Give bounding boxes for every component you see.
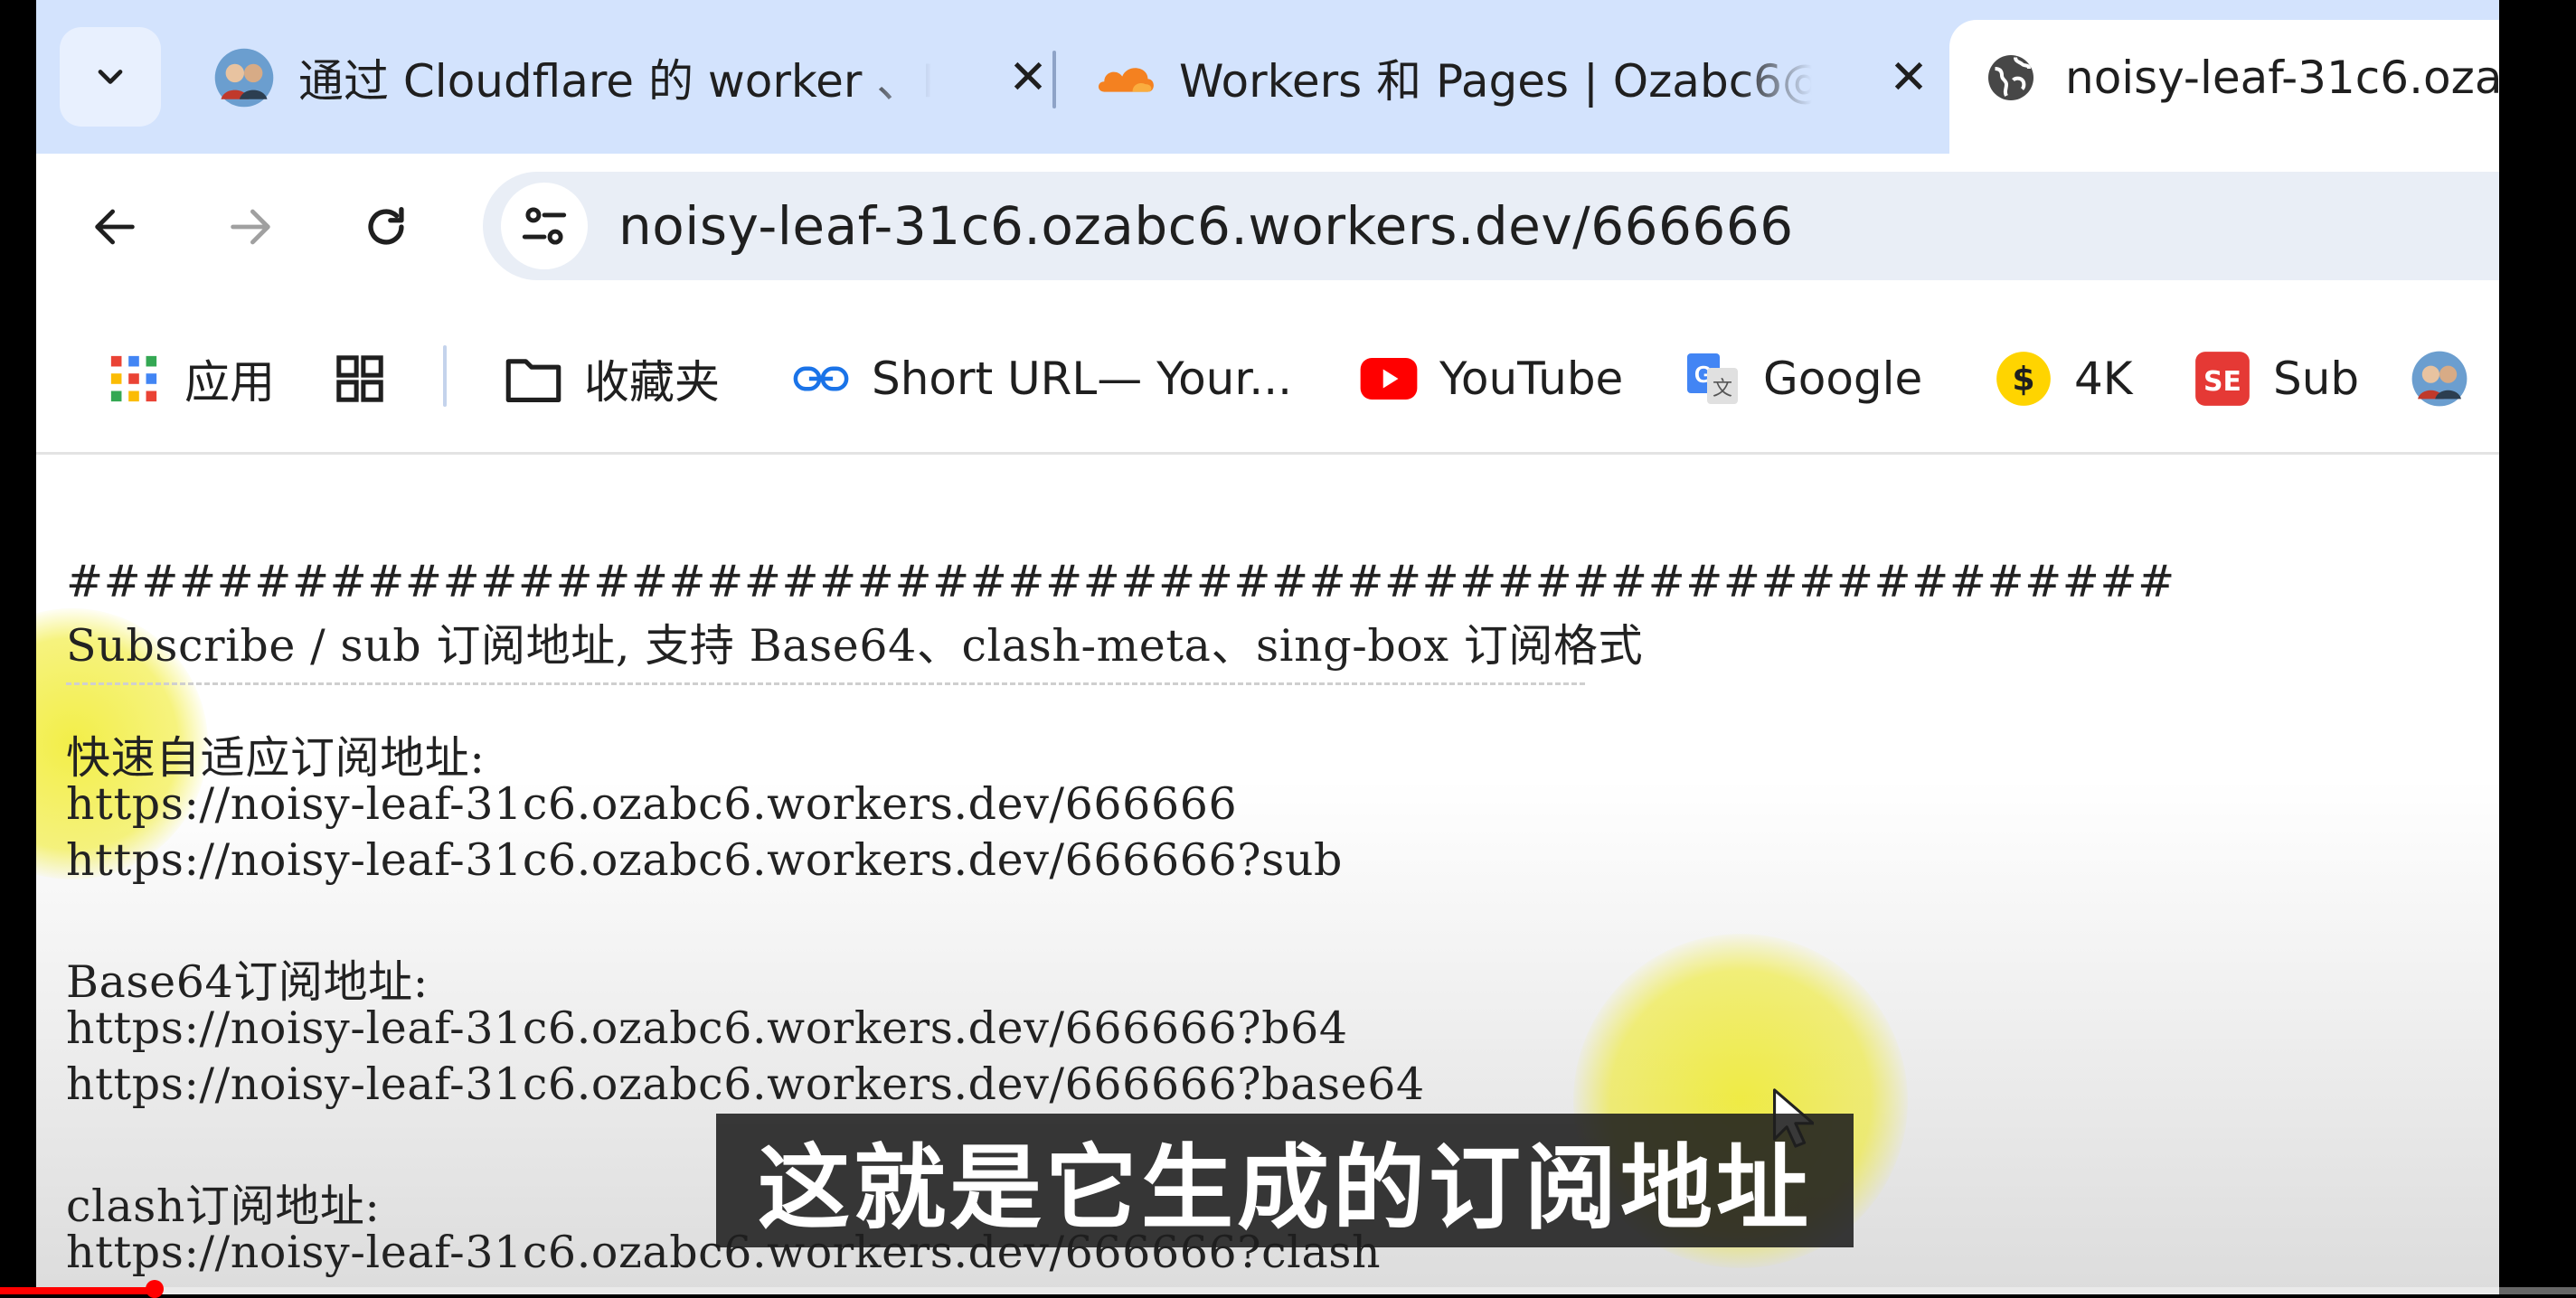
avatar-icon bbox=[213, 47, 275, 108]
bookmark-4k[interactable]: $ 4K bbox=[1995, 347, 2133, 410]
svg-text:$: $ bbox=[2012, 360, 2034, 399]
tab-title: Workers 和 Pages | Ozabc6@ bbox=[1179, 55, 1812, 108]
section-title: 快速自适应订阅地址: bbox=[66, 732, 486, 784]
address-bar[interactable]: noisy-leaf-31c6.ozabc6.workers.dev/66666… bbox=[483, 172, 2499, 280]
site-info-button[interactable] bbox=[501, 183, 588, 269]
url-text[interactable]: noisy-leaf-31c6.ozabc6.workers.dev/66666… bbox=[618, 195, 1794, 257]
tab-strip: 通过 Cloudflare 的 worker 、Pages ✕ Workers … bbox=[36, 0, 2499, 165]
reload-icon bbox=[368, 207, 404, 245]
section-title: clash订阅地址: bbox=[66, 1180, 381, 1232]
tune-icon bbox=[522, 207, 567, 245]
subscription-link[interactable]: https://noisy-leaf-31c6.ozabc6.workers.d… bbox=[66, 1002, 1348, 1054]
subscribe-heading: Subscribe / sub 订阅地址, 支持 Base64、clash-me… bbox=[66, 620, 1644, 672]
video-caption: 这就是它生成的订阅地址 bbox=[716, 1114, 1854, 1247]
subscription-link[interactable]: https://noisy-leaf-31c6.ozabc6.workers.d… bbox=[66, 1058, 1425, 1110]
browser-window: 通过 Cloudflare 的 worker 、Pages ✕ Workers … bbox=[36, 0, 2499, 1294]
close-icon[interactable]: ✕ bbox=[1005, 51, 1051, 105]
avatar-icon bbox=[2411, 350, 2468, 408]
folder-icon bbox=[505, 350, 562, 408]
tab-divider bbox=[1052, 51, 1056, 108]
arrow-left-icon bbox=[95, 209, 135, 245]
bookmark-sub[interactable]: SE Sub bbox=[2194, 347, 2359, 410]
dashed-separator bbox=[66, 682, 1585, 685]
chevron-down-icon bbox=[98, 70, 123, 84]
video-progress-track[interactable] bbox=[0, 1287, 2576, 1294]
bookmark-label: Short URL— Your... bbox=[872, 353, 1292, 405]
cloudflare-icon bbox=[1094, 47, 1156, 108]
tab-groups-icon bbox=[331, 350, 389, 408]
close-icon[interactable]: ✕ bbox=[1886, 51, 1931, 105]
section-title: Base64订阅地址: bbox=[66, 956, 429, 1008]
youtube-icon bbox=[1360, 350, 1418, 408]
apps-grid-icon bbox=[105, 350, 163, 408]
bookmark-label: Google bbox=[1763, 353, 1923, 405]
bookmark-apps[interactable]: 应用 bbox=[105, 347, 275, 410]
arrow-right-icon bbox=[231, 209, 270, 245]
reload-button[interactable] bbox=[345, 186, 427, 268]
svg-text:文: 文 bbox=[1713, 378, 1732, 400]
google-translate-icon: G 文 bbox=[1684, 350, 1741, 408]
bookmark-youtube[interactable]: YouTube bbox=[1360, 347, 1623, 410]
toolbar: noisy-leaf-31c6.ozabc6.workers.dev/66666… bbox=[36, 154, 2499, 298]
tab-search-button[interactable] bbox=[60, 27, 161, 127]
video-progress-fill bbox=[0, 1287, 155, 1294]
bookmark-label: Sub bbox=[2273, 353, 2360, 405]
bookmark-tab-groups[interactable] bbox=[331, 347, 410, 410]
tab-title: noisy-leaf-31c6.ozabc6.workers.dev bbox=[2065, 52, 2499, 104]
svg-text:SE: SE bbox=[2203, 366, 2241, 398]
bookmark-label: YouTube bbox=[1439, 353, 1624, 405]
bookmark-label: 收藏夹 bbox=[584, 356, 720, 409]
globe-icon bbox=[1980, 47, 2042, 108]
tab-cloudflare-tutorial[interactable]: 通过 Cloudflare 的 worker 、Pages ✕ bbox=[213, 33, 1048, 123]
subscription-link[interactable]: https://noisy-leaf-31c6.ozabc6.workers.d… bbox=[66, 834, 1343, 886]
bookmark-google[interactable]: G 文 Google bbox=[1684, 347, 1922, 410]
bookmark-folder-favorites[interactable]: 收藏夹 bbox=[505, 347, 720, 410]
link-icon bbox=[792, 350, 850, 408]
hash-separator: ########################################… bbox=[66, 556, 2175, 607]
forward-button[interactable] bbox=[210, 186, 291, 268]
tab-title: 通过 Cloudflare 的 worker 、Pages bbox=[298, 55, 931, 108]
back-button[interactable] bbox=[74, 186, 156, 268]
dollar-coin-icon: $ bbox=[1995, 350, 2052, 408]
tab-noisy-leaf[interactable]: noisy-leaf-31c6.ozabc6.workers.dev bbox=[1980, 33, 2499, 123]
bookmark-short-url[interactable]: Short URL— Your... bbox=[792, 347, 1292, 410]
bookmarks-bar: 应用 收藏夹 Short URL— Your... YouTube G 文 Go… bbox=[36, 298, 2499, 455]
bookmark-avatar[interactable] bbox=[2411, 347, 2490, 410]
bookmark-label: 应用 bbox=[184, 356, 275, 409]
tab-workers-pages[interactable]: Workers 和 Pages | Ozabc6@ ✕ bbox=[1094, 33, 1929, 123]
se-icon: SE bbox=[2194, 350, 2251, 408]
subscription-link[interactable]: https://noisy-leaf-31c6.ozabc6.workers.d… bbox=[66, 778, 1237, 830]
bookmark-label: 4K bbox=[2074, 353, 2133, 405]
bookmark-divider bbox=[443, 345, 447, 407]
video-progress-handle[interactable] bbox=[145, 1280, 164, 1298]
